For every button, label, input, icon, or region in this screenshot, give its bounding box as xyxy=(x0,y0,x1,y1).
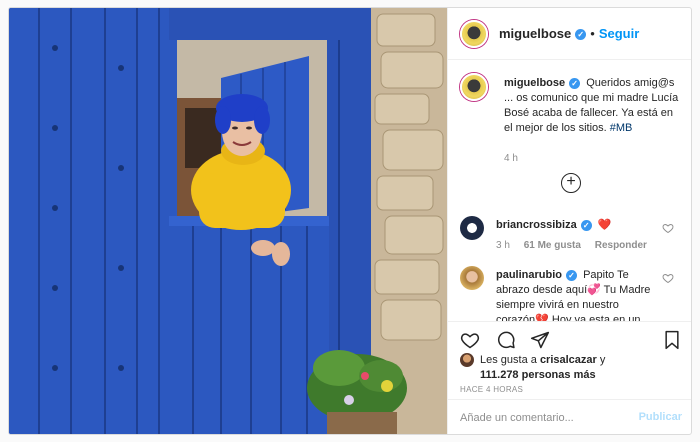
caption-text: miguelbose ✓ Queridos amig@s ... os comun… xyxy=(504,76,680,136)
add-comment-input[interactable] xyxy=(460,409,630,427)
heart-icon[interactable] xyxy=(460,330,480,350)
share-icon[interactable] xyxy=(530,330,550,350)
author-username[interactable]: miguelbose ✓ xyxy=(499,26,587,41)
comment-likes[interactable]: 61 Me gusta xyxy=(524,240,581,251)
comment-time[interactable]: 3 h xyxy=(496,240,510,251)
header-separator: • xyxy=(590,26,595,41)
likes-text: Les gusta a crisalcazar y 111.278 person… xyxy=(480,353,690,383)
comment-username[interactable]: paulinarubio ✓ xyxy=(496,269,577,281)
add-comment-bar: Publicar xyxy=(448,399,691,434)
follow-button[interactable]: Seguir xyxy=(599,26,639,41)
comment-text: paulinarubio ✓ Papito Te abrazo desde aqu… xyxy=(496,268,660,321)
commenter-avatar[interactable] xyxy=(460,266,484,290)
post-timestamp[interactable]: HACE 4 HORAS xyxy=(460,385,523,394)
photo-illustration xyxy=(9,8,447,434)
post-actions xyxy=(448,321,691,357)
reply-button[interactable]: Responder xyxy=(595,240,647,251)
post-side-panel: miguelbose ✓ • Seguir miguelbose ✓ Querido… xyxy=(447,8,691,434)
plus-circle-icon[interactable]: + xyxy=(561,173,581,193)
instagram-post: miguelbose ✓ • Seguir miguelbose ✓ Querido… xyxy=(8,7,692,435)
author-avatar[interactable] xyxy=(460,19,488,48)
verified-badge-icon: ✓ xyxy=(575,29,587,41)
commenter-avatar[interactable] xyxy=(460,216,484,240)
publish-button[interactable]: Publicar xyxy=(639,411,682,423)
comment-text: briancrossibiza ✓ ❤️ xyxy=(496,218,660,233)
likes-count[interactable]: 111.278 personas más xyxy=(480,369,596,381)
comment-body: ❤️ xyxy=(597,219,612,231)
bookmark-icon[interactable] xyxy=(662,330,682,350)
comment-username[interactable]: briancrossibiza ✓ xyxy=(496,219,592,231)
verified-badge-icon: ✓ xyxy=(566,269,577,281)
comment-meta: 3 h 61 Me gusta Responder xyxy=(496,240,658,251)
caption-avatar[interactable] xyxy=(460,73,488,101)
comment-heart-icon[interactable] xyxy=(662,272,674,284)
post-photo[interactable] xyxy=(9,8,447,434)
caption-time[interactable]: 4 h xyxy=(504,153,518,164)
caption-username[interactable]: miguelbose ✓ xyxy=(504,77,581,89)
likes-conjunction: y xyxy=(599,354,606,366)
comments-area[interactable]: miguelbose ✓ Queridos amig@s ... os comun… xyxy=(448,61,691,321)
liker-avatar[interactable] xyxy=(460,353,474,367)
post-header: miguelbose ✓ • Seguir xyxy=(448,8,691,60)
comment-icon[interactable] xyxy=(496,330,516,350)
verified-badge-icon: ✓ xyxy=(569,77,581,89)
comment-heart-icon[interactable] xyxy=(662,222,674,234)
caption-hashtag[interactable]: #MB xyxy=(610,122,633,134)
likes-prefix: Les gusta a xyxy=(480,354,537,366)
liker-username[interactable]: crisalcazar xyxy=(540,354,597,366)
verified-badge-icon: ✓ xyxy=(580,219,592,231)
